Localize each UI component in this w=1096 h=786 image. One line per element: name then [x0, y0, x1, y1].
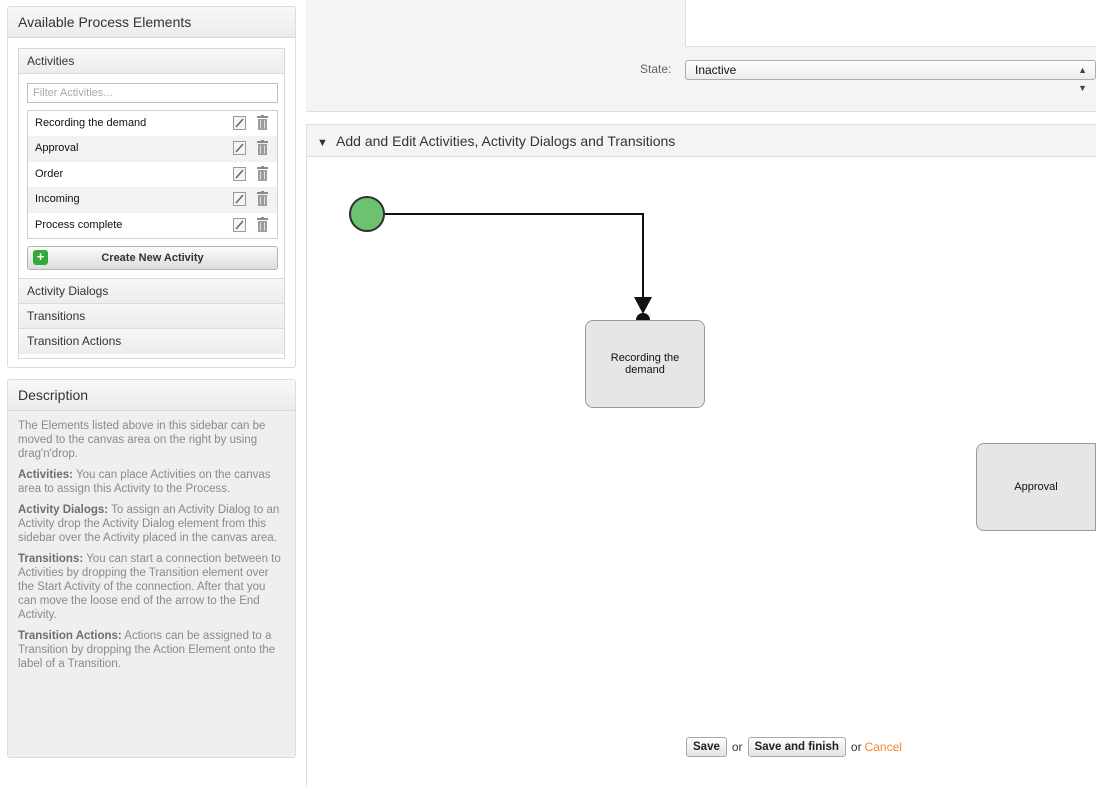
save-and-finish-button[interactable]: Save and finish — [747, 737, 846, 757]
activity-node-label: Recording the demand — [610, 352, 680, 376]
form-actions: Save or Save and finish or Cancel — [686, 737, 902, 757]
endpoint-handle[interactable] — [636, 313, 650, 320]
or-separator: or — [850, 740, 862, 754]
activity-node-label: Approval — [1014, 481, 1058, 493]
activity-node-recording-the-demand[interactable]: Recording the demand — [585, 320, 705, 408]
process-canvas[interactable] — [0, 0, 1096, 786]
or-separator: or — [731, 740, 743, 754]
activity-node-approval[interactable]: Approval — [976, 443, 1096, 531]
start-node[interactable] — [349, 196, 385, 232]
arrow-head — [634, 297, 652, 314]
save-button[interactable]: Save — [686, 737, 727, 757]
cancel-link[interactable]: Cancel — [865, 740, 902, 754]
transition-line[interactable] — [384, 213, 644, 298]
